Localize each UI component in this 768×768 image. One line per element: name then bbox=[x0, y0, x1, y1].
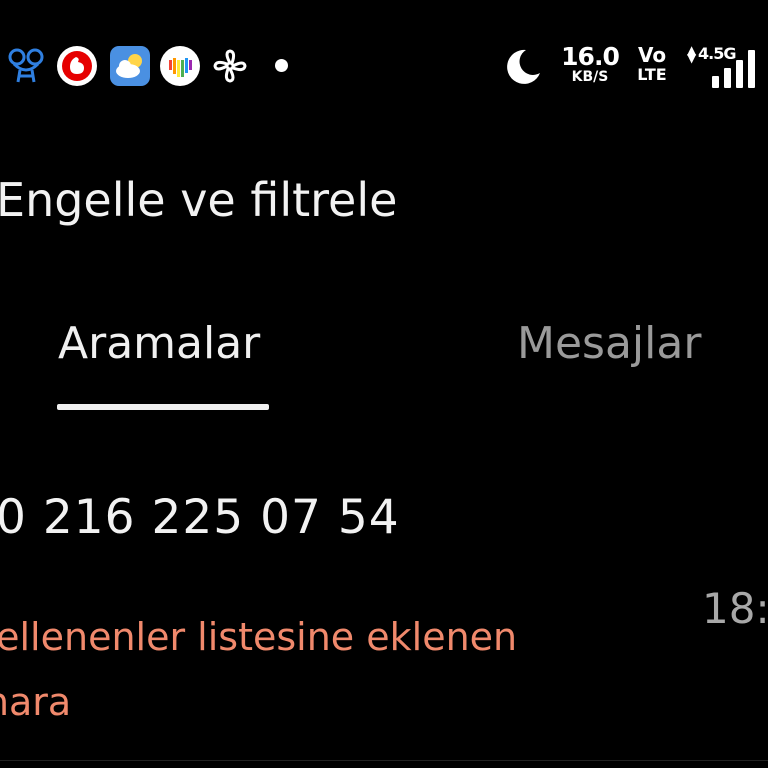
moon-icon bbox=[502, 46, 542, 86]
tab-selected-indicator bbox=[57, 404, 269, 410]
fan-icon bbox=[210, 46, 250, 86]
status-bar: 16.0 KB/S Vo LTE ▲ ▼ 4.5G bbox=[0, 0, 768, 130]
tab-messages[interactable]: Mesajlar bbox=[517, 318, 701, 369]
vodafone-icon bbox=[57, 46, 97, 86]
network-speed: 16.0 KB/S bbox=[560, 44, 620, 84]
network-type: 4.5G bbox=[698, 44, 736, 63]
volte-indicator: Vo LTE bbox=[632, 45, 672, 83]
speed-value: 16.0 bbox=[561, 42, 620, 71]
music-heart-icon bbox=[160, 46, 200, 86]
call-time: 18:0 bbox=[702, 584, 768, 633]
phone-number: 0 216 225 07 54 bbox=[0, 490, 400, 545]
speed-unit: KB/S bbox=[571, 69, 609, 85]
more-dot-icon bbox=[275, 59, 288, 72]
blocked-note: gellenenler listesine eklenen mara bbox=[0, 615, 518, 724]
volte-top: Vo bbox=[637, 43, 667, 67]
weather-icon bbox=[110, 46, 150, 86]
divider bbox=[0, 760, 768, 761]
signal-indicator: ▲ ▼ 4.5G bbox=[686, 44, 766, 88]
volte-bottom: LTE bbox=[637, 65, 667, 84]
tab-calls[interactable]: Aramalar bbox=[58, 318, 260, 369]
page-title: Engelle ve filtrele bbox=[0, 173, 398, 227]
data-arrows-icon: ▲ ▼ bbox=[687, 43, 697, 65]
monkey-app-icon bbox=[6, 46, 46, 86]
